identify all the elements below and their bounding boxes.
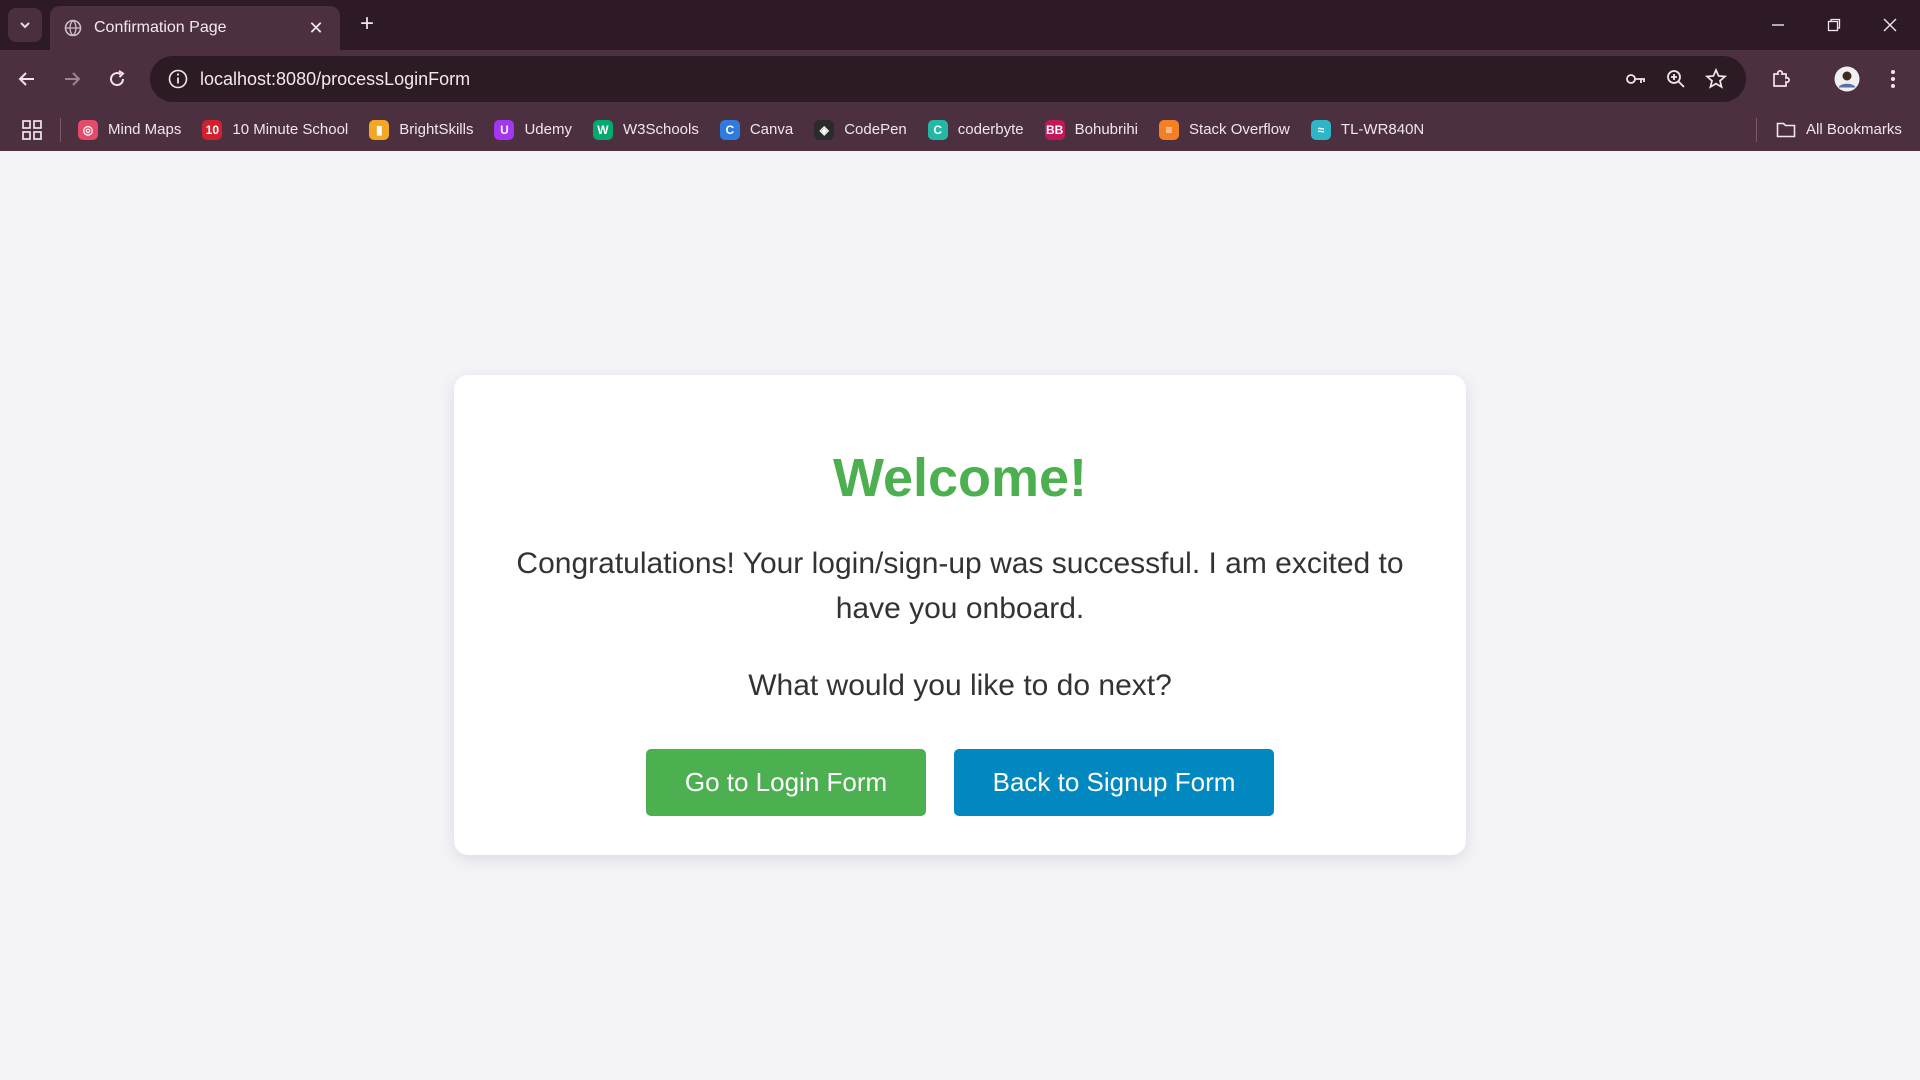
bookmark-item[interactable]: C Canva [719, 119, 794, 140]
arrow-right-icon [65, 72, 81, 86]
extensions-button[interactable] [1764, 62, 1798, 96]
tab-strip: Confirmation Page ✕ + [0, 0, 1920, 50]
bookmark-label: BrightSkills [399, 121, 474, 138]
codepen-icon: ◈ [814, 119, 835, 140]
success-message: Congratulations! Your login/sign-up was … [516, 547, 1404, 625]
bookmark-label: TL-WR840N [1340, 121, 1425, 138]
profile-button[interactable] [1830, 62, 1864, 96]
mindmaps-icon: ◎ [78, 119, 98, 140]
restore-button[interactable] [1814, 8, 1854, 42]
bookmark-item[interactable]: ≈ TL-WR840N [1310, 119, 1425, 140]
restore-icon [1827, 18, 1841, 32]
minimize-icon [1772, 24, 1784, 26]
bookmark-item[interactable]: Ccoderbyte [927, 119, 1024, 140]
puzzle-icon [1773, 70, 1790, 87]
reload-button[interactable] [100, 62, 134, 96]
reload-icon [110, 70, 125, 87]
tplink-icon: ≈ [1310, 119, 1331, 140]
close-icon [1883, 18, 1897, 32]
all-bookmarks-button[interactable]: All Bookmarks [1776, 108, 1902, 151]
bookmarks-list: ◎ Mind Maps 10 10 Minute School ▮ BrightSkill… [78, 108, 1445, 151]
ten-minute-school-icon: 10 [202, 119, 223, 140]
globe-icon [64, 19, 82, 37]
bookmark-label: Canva [749, 121, 794, 138]
bookmark-label: CodePen [844, 121, 907, 138]
bookmark-label: coderbyte [957, 121, 1024, 138]
tab-close-icon[interactable]: ✕ [306, 18, 326, 39]
stackoverflow-icon: ≡ [1159, 119, 1180, 140]
new-tab-button[interactable]: + [352, 10, 382, 40]
bookmark-item[interactable]: ▮ BrightSkills [369, 119, 474, 140]
bookmark-label: Mind Maps [108, 121, 182, 138]
coderbyte-icon: C [927, 119, 948, 140]
url-text[interactable]: localhost:8080/processLoginForm [200, 69, 1746, 90]
bookmark-label: Udemy [524, 121, 572, 138]
star-icon[interactable] [1704, 67, 1728, 91]
zoom-icon[interactable] [1664, 67, 1688, 91]
close-window-button[interactable] [1870, 8, 1910, 42]
bookmark-item[interactable]: ◎ Mind Maps [78, 119, 182, 140]
back-to-signup-button[interactable]: Back to Signup Form [954, 749, 1274, 816]
bookmark-item[interactable]: ◈ CodePen [814, 119, 907, 140]
bookmarks-divider [60, 118, 61, 142]
next-step-prompt: What would you like to do next? [748, 669, 1172, 702]
bookmark-label: 10 Minute School [232, 121, 349, 138]
tab-confirmation-page[interactable]: Confirmation Page ✕ [50, 6, 340, 50]
info-icon[interactable] [166, 67, 190, 91]
forward-button[interactable] [55, 62, 89, 96]
bookmark-label: W3Schools [622, 121, 699, 138]
all-bookmarks-label: All Bookmarks [1806, 121, 1902, 138]
bookmark-item[interactable]: 10 10 Minute School [202, 119, 349, 140]
canva-icon: C [719, 119, 740, 140]
bookmark-item[interactable]: W W3Schools [592, 119, 699, 140]
arrow-left-icon [18, 72, 34, 86]
bohubrihi-icon: BB [1044, 119, 1065, 140]
address-bar[interactable]: localhost:8080/processLoginForm [150, 56, 1746, 102]
menu-button[interactable] [1876, 62, 1910, 96]
back-button[interactable] [10, 62, 44, 96]
go-to-login-button[interactable]: Go to Login Form [646, 749, 926, 816]
key-icon[interactable] [1624, 67, 1648, 91]
avatar [1834, 66, 1860, 92]
confirmation-card: Welcome! Congratulations! Your login/sig… [454, 375, 1466, 855]
bookmark-label: Stack Overflow [1189, 121, 1290, 138]
more-vert-icon [1891, 70, 1895, 88]
bookmark-item[interactable]: BB Bohubrihi [1044, 119, 1139, 140]
w3schools-icon: W [592, 119, 613, 140]
bookmarks-bar: ◎ Mind Maps 10 10 Minute School ▮ BrightSkill… [0, 108, 1920, 151]
udemy-icon: U [494, 119, 515, 140]
page-body: Welcome! Congratulations! Your login/sig… [0, 151, 1920, 1080]
bookmark-item[interactable]: ≡ Stack Overflow [1159, 119, 1290, 140]
chevron-down-icon [20, 22, 30, 29]
bookmark-item[interactable]: U Udemy [494, 119, 572, 140]
bookmarks-divider [1756, 118, 1757, 142]
browser-chrome: Confirmation Page ✕ + localhost:8080/pro… [0, 0, 1920, 151]
folder-icon [1776, 122, 1796, 137]
minimize-button[interactable] [1758, 8, 1798, 42]
tab-title: Confirmation Page [94, 19, 227, 36]
tab-search-button[interactable] [8, 8, 42, 42]
browser-toolbar: localhost:8080/processLoginForm [0, 50, 1920, 108]
bookmark-label: Bohubrihi [1074, 121, 1139, 138]
apps-grid-icon[interactable] [20, 118, 44, 142]
brightskills-icon: ▮ [369, 119, 390, 140]
page-title: Welcome! [832, 448, 1088, 508]
